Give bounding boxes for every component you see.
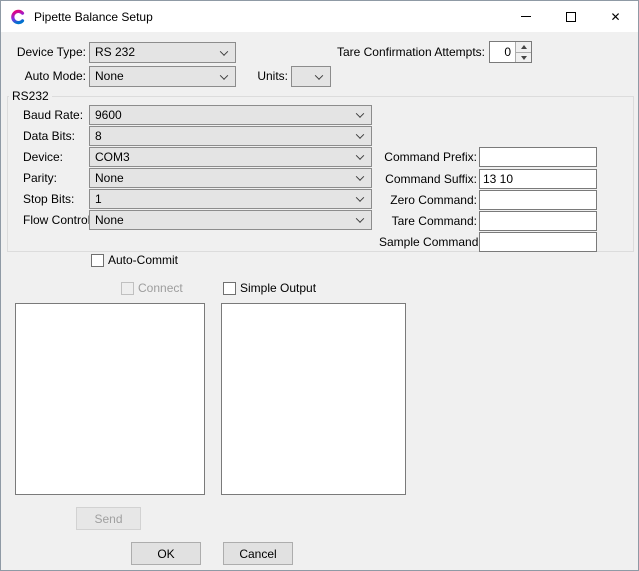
stop-bits-value: 1 [95, 192, 102, 206]
maximize-icon [566, 12, 576, 22]
data-bits-label: Data Bits: [23, 126, 75, 146]
send-button: Send [76, 507, 141, 530]
chevron-down-icon [356, 214, 364, 222]
command-suffix-label: Command Suffix: [379, 169, 477, 189]
auto-mode-combobox[interactable]: None [89, 66, 236, 87]
connect-checkbox-row: Connect [121, 282, 183, 295]
flow-control-value: None [95, 213, 124, 227]
auto-commit-checkbox-row: Auto-Commit [91, 254, 178, 267]
zero-command-label: Zero Command: [379, 190, 477, 210]
spinner-down-button[interactable] [516, 52, 531, 62]
chevron-down-icon [356, 130, 364, 138]
window-title: Pipette Balance Setup [34, 10, 153, 24]
device-output-textarea[interactable] [221, 303, 406, 495]
data-bits-combobox[interactable]: 8 [89, 126, 372, 146]
send-command-textarea[interactable] [15, 303, 205, 495]
spinner-buttons [515, 42, 531, 62]
tare-attempts-spinner[interactable]: 0 [489, 41, 532, 63]
chevron-down-icon [356, 172, 364, 180]
auto-commit-label: Auto-Commit [108, 254, 178, 267]
tare-attempts-value: 0 [490, 42, 515, 62]
app-logo-icon [10, 9, 26, 25]
device-type-label: Device Type: [1, 42, 86, 63]
data-bits-value: 8 [95, 129, 102, 143]
baud-rate-combobox[interactable]: 9600 [89, 105, 372, 125]
stop-bits-combobox[interactable]: 1 [89, 189, 372, 209]
stop-bits-label: Stop Bits: [23, 189, 74, 209]
command-prefix-label: Command Prefix: [379, 147, 477, 167]
chevron-down-icon [356, 193, 364, 201]
pipette-balance-setup-dialog: Pipette Balance Setup ✕ Device Type: RS … [0, 0, 639, 571]
close-icon: ✕ [610, 11, 620, 23]
baud-rate-label: Baud Rate: [23, 105, 83, 125]
chevron-down-icon [356, 151, 364, 159]
connect-checkbox [121, 282, 134, 295]
sample-command-label: Sample Command: [379, 232, 477, 252]
minimize-button[interactable] [503, 1, 548, 32]
spinner-up-button[interactable] [516, 42, 531, 52]
simple-output-checkbox-row: Simple Output [223, 282, 316, 295]
chevron-down-icon [220, 47, 228, 55]
parity-combobox[interactable]: None [89, 168, 372, 188]
down-arrow-icon [521, 56, 527, 60]
minimize-icon [521, 16, 531, 17]
chevron-down-icon [315, 71, 323, 79]
device-type-value: RS 232 [95, 45, 135, 59]
flow-control-combobox[interactable]: None [89, 210, 372, 230]
command-suffix-input[interactable] [479, 169, 597, 189]
chevron-down-icon [220, 71, 228, 79]
parity-label: Parity: [23, 168, 57, 188]
close-button[interactable]: ✕ [593, 1, 638, 32]
up-arrow-icon [521, 45, 527, 49]
tare-command-label: Tare Command: [379, 211, 477, 231]
ok-button[interactable]: OK [131, 542, 201, 565]
cancel-button[interactable]: Cancel [223, 542, 293, 565]
device-value: COM3 [95, 150, 130, 164]
chevron-down-icon [356, 109, 364, 117]
device-combobox[interactable]: COM3 [89, 147, 372, 167]
zero-command-input[interactable] [479, 190, 597, 210]
baud-rate-value: 9600 [95, 108, 122, 122]
window-controls: ✕ [503, 1, 638, 32]
connect-label: Connect [138, 282, 183, 295]
titlebar: Pipette Balance Setup ✕ [1, 1, 638, 32]
rs232-group-title: RS232 [9, 89, 52, 103]
tare-command-input[interactable] [479, 211, 597, 231]
auto-mode-label: Auto Mode: [1, 66, 86, 87]
simple-output-checkbox[interactable] [223, 282, 236, 295]
units-combobox[interactable] [291, 66, 331, 87]
parity-value: None [95, 171, 124, 185]
device-type-combobox[interactable]: RS 232 [89, 42, 236, 63]
command-prefix-input[interactable] [479, 147, 597, 167]
device-label: Device: [23, 147, 63, 167]
flow-control-label: Flow Control: [23, 210, 94, 230]
simple-output-label: Simple Output [240, 282, 316, 295]
units-label: Units: [231, 66, 288, 87]
maximize-button[interactable] [548, 1, 593, 32]
auto-mode-value: None [95, 69, 124, 83]
tare-attempts-label: Tare Confirmation Attempts: [301, 42, 485, 63]
auto-commit-checkbox[interactable] [91, 254, 104, 267]
sample-command-input[interactable] [479, 232, 597, 252]
